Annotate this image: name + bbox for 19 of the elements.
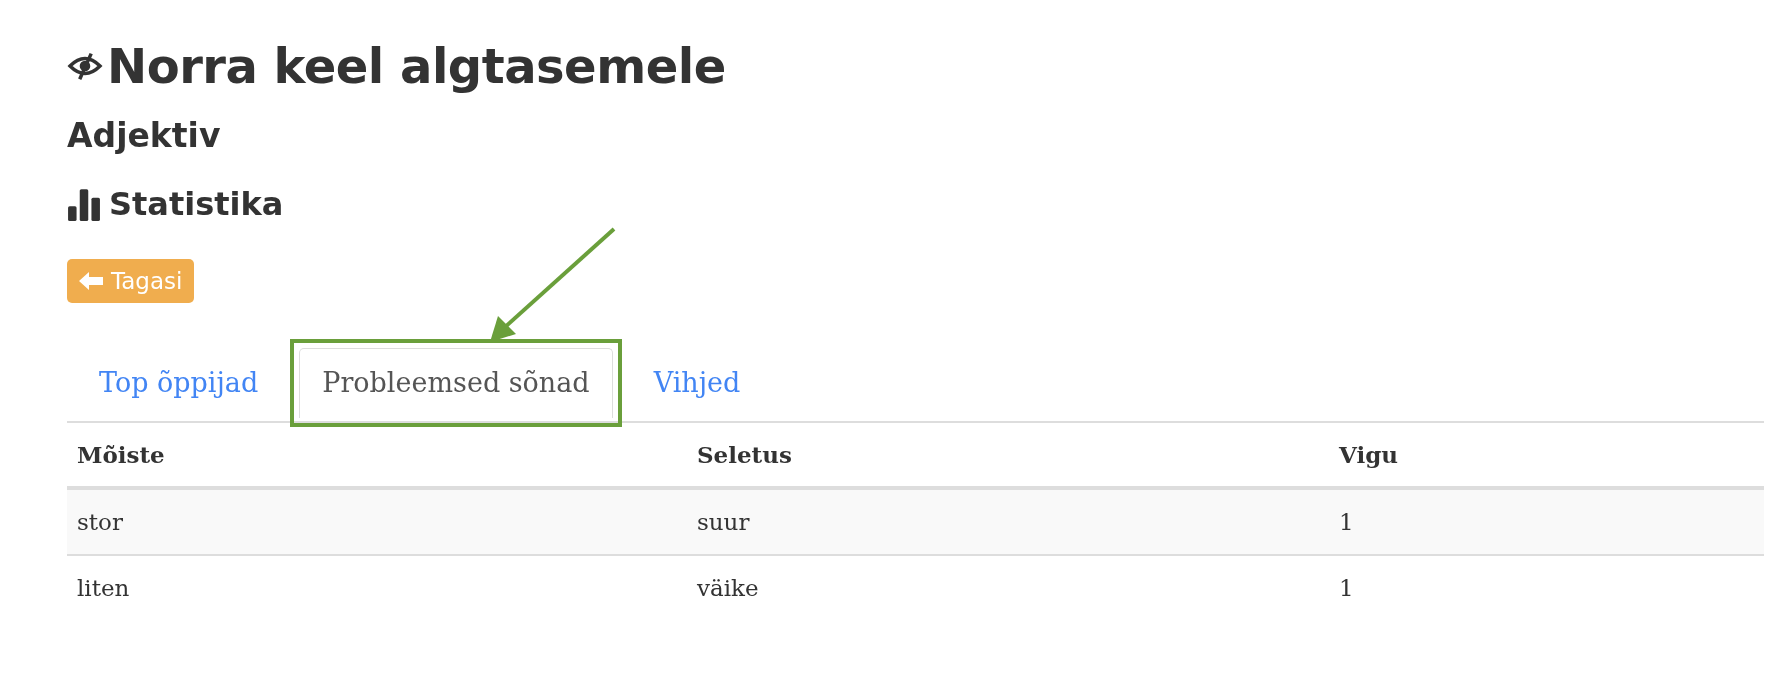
table-cell: 1 (1339, 509, 1354, 535)
column-header: Seletus (697, 441, 792, 468)
hidden-eye-icon (67, 51, 103, 81)
back-button[interactable]: Tagasi (67, 259, 195, 303)
tab[interactable]: Vihjed (630, 348, 764, 418)
section-heading: Statistika (109, 185, 284, 223)
table-cell: väike (697, 575, 759, 601)
left-arrow-icon (79, 271, 103, 291)
table-cell: liten (77, 575, 130, 601)
column-header: Mõiste (77, 441, 165, 468)
page-title: Norra keel algtasemele (107, 38, 726, 94)
table-cell: 1 (1339, 575, 1354, 601)
subtitle: Adjektiv (67, 116, 222, 155)
tab[interactable]: Top õppijad (76, 348, 282, 418)
column-header: Vigu (1339, 441, 1398, 468)
table-cell: suur (697, 509, 750, 535)
bar-chart-icon (67, 187, 101, 221)
tab[interactable]: Probleemsed sõnad (299, 348, 613, 418)
table-cell: stor (77, 509, 123, 535)
